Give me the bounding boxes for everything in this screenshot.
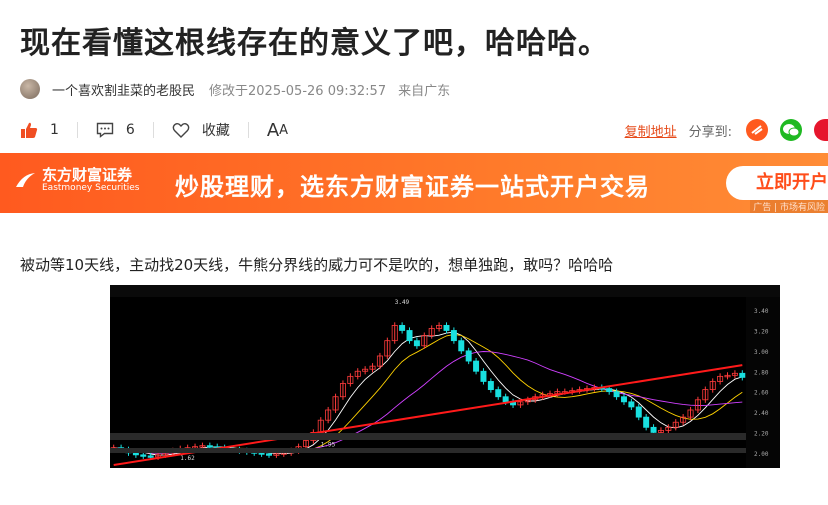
candle-body [258, 452, 265, 455]
candle-body [613, 391, 620, 398]
font-size-icon: A [266, 119, 280, 141]
candle-body [473, 360, 480, 372]
y-tick-label: 2.60 [754, 390, 769, 397]
ad-banner[interactable]: 东方财富证券 Eastmoney Securities 炒股理财，选东方财富证券… [0, 153, 828, 213]
candle-body [406, 330, 413, 342]
thumbs-up-icon [21, 122, 38, 138]
open-account-button[interactable]: 立即开户 [726, 166, 828, 200]
divider [152, 122, 154, 138]
candle-body [206, 445, 213, 448]
price-annotation: 1.62 [180, 455, 195, 462]
candle-body [480, 370, 487, 382]
favorite-label: 收藏 [201, 123, 230, 139]
candle-body [643, 416, 650, 428]
location: 来自广东 [398, 83, 451, 99]
candle-body [628, 401, 635, 408]
price-annotation: 1.95 [321, 442, 336, 449]
chart-axis-panel [746, 297, 780, 468]
y-tick-label: 3.40 [754, 308, 769, 315]
candle-body [465, 350, 472, 362]
banner-slogan: 炒股理财，选东方财富证券一站式开户交易 [175, 173, 650, 201]
y-tick-label: 3.00 [754, 349, 769, 356]
candle-body [140, 454, 147, 457]
divider [247, 122, 249, 138]
candle-body [502, 396, 509, 403]
brand-en: Eastmoney Securities [42, 183, 140, 193]
like-count: 1 [50, 122, 59, 138]
eastmoney-logo: 东方财富证券 Eastmoney Securities [14, 167, 139, 194]
candle-body [458, 340, 465, 352]
candle-body [399, 324, 406, 331]
candle-body [450, 330, 457, 342]
like-button[interactable]: 1 [20, 121, 59, 139]
volume-band-2 [110, 448, 746, 453]
candle-body [413, 340, 420, 347]
article-paragraph: 被动等10天线，主动找20天线，牛熊分界线的威力可不是吹的，想单独跑，敢吗？哈哈… [20, 256, 614, 274]
candle-body [495, 389, 502, 398]
eastmoney-logo-icon [16, 172, 35, 187]
favorite-button[interactable]: 收藏 [172, 120, 230, 140]
candle-body [620, 396, 627, 403]
divider [76, 122, 78, 138]
candle-body [635, 406, 642, 418]
author-name[interactable]: 一个喜欢割韭菜的老股民 [52, 80, 195, 99]
avatar[interactable] [20, 79, 40, 99]
weibo-icon[interactable] [814, 119, 828, 141]
font-size-button[interactable]: AA [267, 120, 288, 141]
candle-body [606, 388, 613, 393]
ad-tag: 广告 | 市场有风险 [750, 200, 828, 213]
brand-cn: 东方财富证券 [42, 166, 133, 184]
article-meta: 一个喜欢割韭菜的老股民 修改于2025-05-26 09:32:57 来自广东 [20, 78, 450, 100]
article-title: 现在看懂这根线存在的意义了吧，哈哈哈。 [20, 26, 609, 61]
share-guba-icon[interactable] [746, 119, 768, 141]
comment-button[interactable]: 6 [96, 121, 135, 139]
y-tick-label: 2.40 [754, 410, 769, 417]
price-annotation: 3.49 [395, 299, 410, 306]
y-tick-label: 2.80 [754, 369, 769, 376]
candle-body [739, 372, 746, 378]
font-size-icon-small: A [279, 122, 289, 138]
candle-body [487, 381, 494, 391]
stock-chart-image: 3.40 3.20 3.00 2.80 2.60 2.40 2.20 2.00 3.49 1.6… [110, 285, 780, 468]
action-bar: 1 6 收藏 AA 复制地址 分享到: [20, 118, 828, 142]
candle-body [650, 426, 657, 433]
y-tick-label: 2.00 [754, 451, 769, 458]
y-tick-label: 2.20 [754, 430, 769, 437]
chart-toolbar [110, 285, 780, 297]
modified-time: 修改于2025-05-26 09:32:57 [209, 83, 387, 99]
candle-body [147, 455, 154, 458]
comment-icon [96, 122, 114, 138]
candlestick-chart: 3.40 3.20 3.00 2.80 2.60 2.40 2.20 2.00 3.49 1.6… [110, 285, 780, 468]
volume-band [110, 433, 746, 440]
candle-body [266, 453, 272, 456]
candle-body [132, 452, 139, 456]
heart-icon [172, 123, 190, 138]
wechat-icon[interactable] [780, 119, 802, 141]
share-label: 分享到: [688, 124, 732, 140]
comment-count: 6 [125, 122, 135, 138]
share-bar: 复制地址 分享到: [625, 118, 828, 142]
copy-link[interactable]: 复制地址 [625, 121, 677, 140]
y-tick-label: 3.20 [754, 328, 769, 335]
candle-body [443, 324, 450, 331]
